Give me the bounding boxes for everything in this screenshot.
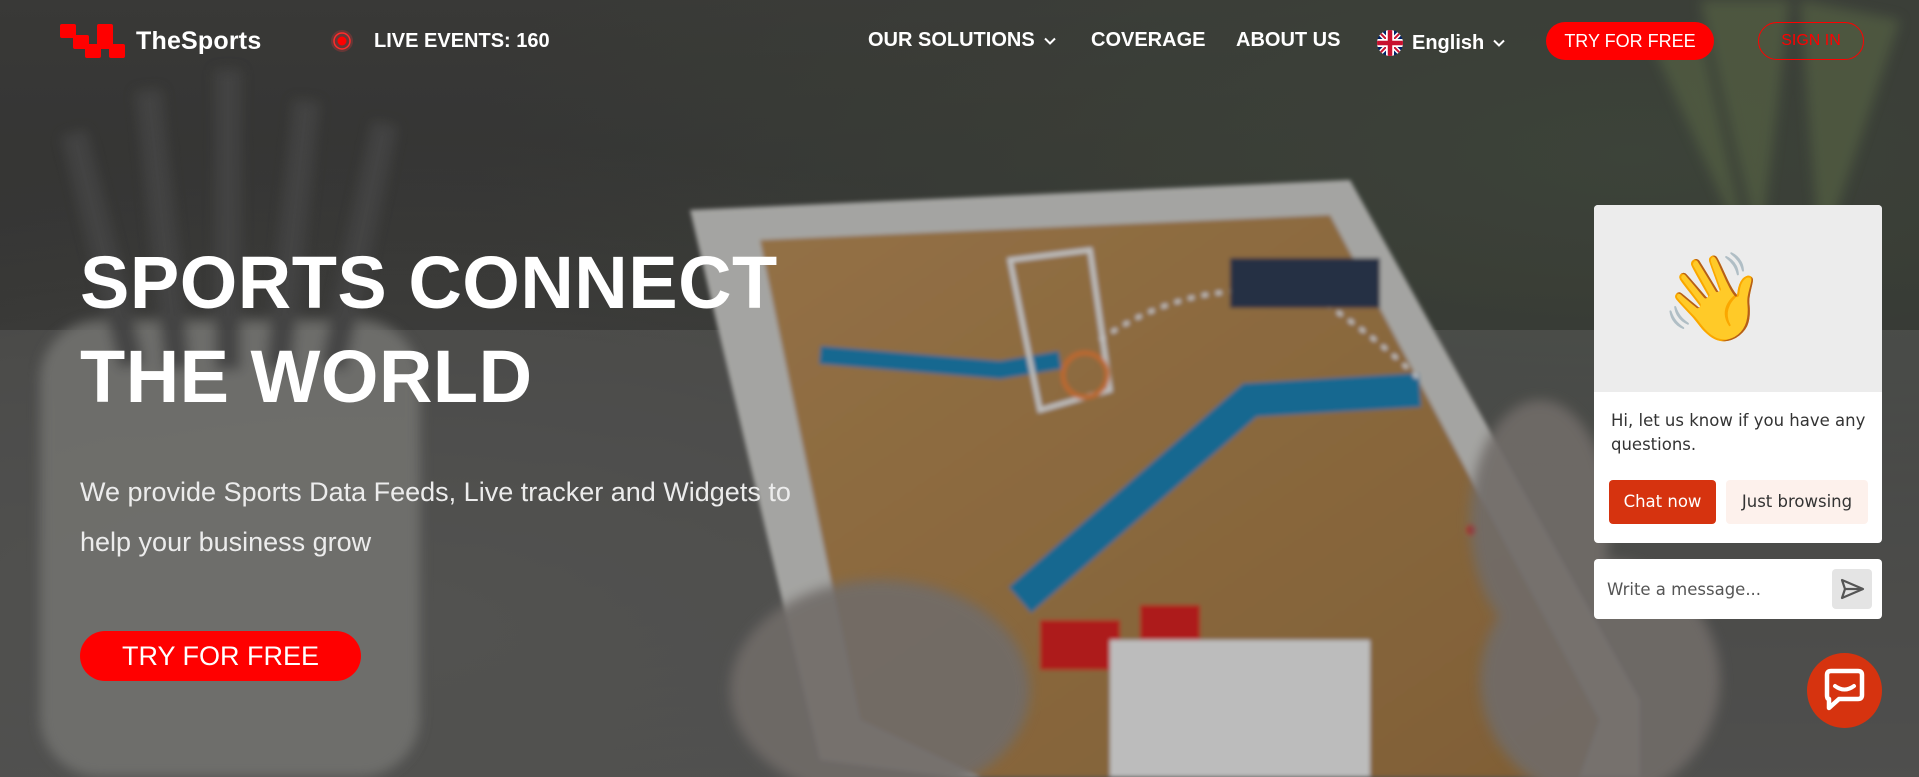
live-events-count: LIVE EVENTS: 160: [374, 29, 550, 52]
nav-coverage[interactable]: COVERAGE: [1091, 29, 1205, 52]
nav-our-solutions-label: OUR SOLUTIONS: [868, 29, 1035, 51]
language-selector[interactable]: English: [1376, 29, 1506, 57]
hero-title-line-2: THE WORLD: [80, 335, 533, 418]
send-message-button[interactable]: [1832, 569, 1872, 609]
chat-message-input[interactable]: [1607, 573, 1827, 605]
chat-card-header: 👋: [1594, 205, 1882, 392]
chat-bubble-icon: [1824, 668, 1865, 711]
hero-subtitle: We provide Sports Data Feeds, Live track…: [80, 477, 791, 557]
logo-mark-icon: [60, 24, 125, 58]
chevron-down-icon: [1493, 39, 1505, 47]
brand-name: TheSports: [136, 26, 262, 55]
live-events-indicator[interactable]: LIVE EVENTS: 160: [330, 29, 550, 53]
chat-greeting-text: Hi, let us know if you have any question…: [1611, 411, 1866, 454]
chat-now-button[interactable]: Chat now: [1609, 480, 1716, 524]
nav-our-solutions[interactable]: OUR SOLUTIONS: [868, 29, 1057, 52]
chevron-down-icon: [1043, 37, 1056, 45]
language-label: English: [1412, 31, 1485, 54]
brand-logo[interactable]: TheSports: [60, 24, 261, 58]
hero-title: SPORTS CONNECT THE WORLD: [80, 236, 778, 424]
hero-try-for-free-button[interactable]: TRY FOR FREE: [80, 631, 361, 681]
nav-about-us[interactable]: ABOUT US: [1236, 29, 1340, 52]
chat-message-box: [1594, 559, 1882, 619]
chat-launcher-button[interactable]: [1807, 653, 1882, 728]
uk-flag-icon: [1377, 30, 1403, 56]
chat-greeting-card: 👋 Hi, let us know if you have any questi…: [1594, 205, 1882, 543]
send-icon: [1840, 578, 1865, 600]
just-browsing-button[interactable]: Just browsing: [1726, 480, 1868, 524]
waving-hand-icon: 👋: [1660, 250, 1768, 346]
live-record-icon: [331, 30, 353, 52]
header-try-for-free-button[interactable]: TRY FOR FREE: [1546, 22, 1714, 60]
sign-in-button[interactable]: SIGN IN: [1758, 22, 1864, 60]
nav-about-us-label: ABOUT US: [1236, 29, 1341, 51]
hero-title-line-1: SPORTS CONNECT: [80, 241, 778, 324]
nav-coverage-label: COVERAGE: [1091, 29, 1206, 51]
site-header: TheSports LIVE EVENTS: 160 OUR SOLUTIONS…: [0, 0, 1919, 84]
